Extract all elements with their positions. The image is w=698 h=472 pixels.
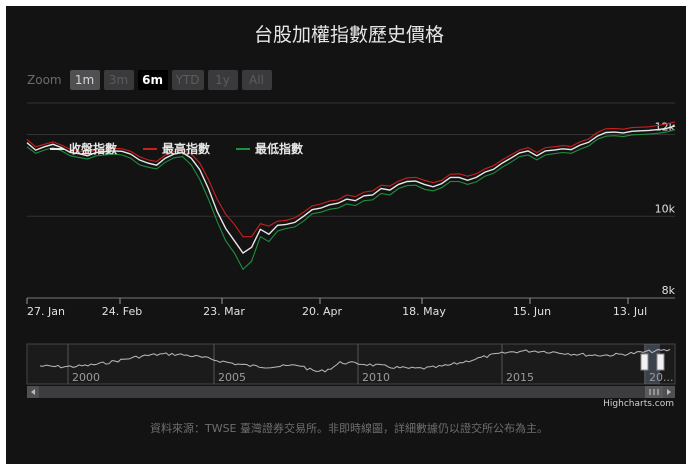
y-tick-label: 8k <box>662 284 676 297</box>
navigator-handle-right[interactable] <box>656 353 665 371</box>
scrollbar[interactable] <box>27 386 675 398</box>
scrollbar-track[interactable] <box>27 386 675 398</box>
navigator-year-label: 2010 <box>362 371 390 384</box>
y-axis-labels: 8k10k12k <box>655 121 676 297</box>
gridlines <box>27 134 675 299</box>
navigator-handle-left[interactable] <box>640 353 649 371</box>
credits-link[interactable]: Highcharts.com <box>603 399 674 409</box>
navigator: 2000 2005 2010 2015 20... <box>26 343 676 385</box>
x-tick-label: 23. Mar <box>203 305 245 318</box>
legend-item-label: 收盤指數 <box>69 141 117 156</box>
x-axis-labels: 27. Jan 24. Feb 23. Mar 20. Apr 18. May 15. J… <box>26 297 675 318</box>
y-tick-label: 10k <box>655 202 676 215</box>
stock-chart: 8k10k12k 27. Jan 24. Feb 23. Mar 20. Apr 18.… <box>26 102 676 398</box>
x-tick-label: 27. Jan <box>27 305 65 318</box>
legend-item-label: 最低指數 <box>255 141 303 156</box>
legend: 收盤指數 最高指數 最低指數 <box>50 141 303 156</box>
x-tick-label: 15. Jun <box>513 305 551 318</box>
navigator-year-label: 2015 <box>506 371 534 384</box>
x-tick-label: 24. Feb <box>102 305 142 318</box>
navigator-year-label: 2005 <box>218 371 246 384</box>
navigator-year-label: 20... <box>649 371 674 384</box>
navigator-background <box>26 343 676 385</box>
x-tick-label: 13. Jul <box>613 305 647 318</box>
series-line-1 <box>26 121 676 238</box>
source-note: 資料來源：TWSE 臺灣證券交易所。非即時線圖，詳細數據仍以證交所公布為主。 <box>149 422 549 435</box>
series-lines <box>26 121 676 271</box>
series-line-0 <box>26 125 676 254</box>
x-tick-label: 18. May <box>402 305 446 318</box>
x-tick-label: 20. Apr <box>302 305 342 318</box>
navigator-year-label: 2000 <box>72 371 100 384</box>
legend-item-label: 最高指數 <box>162 141 210 156</box>
